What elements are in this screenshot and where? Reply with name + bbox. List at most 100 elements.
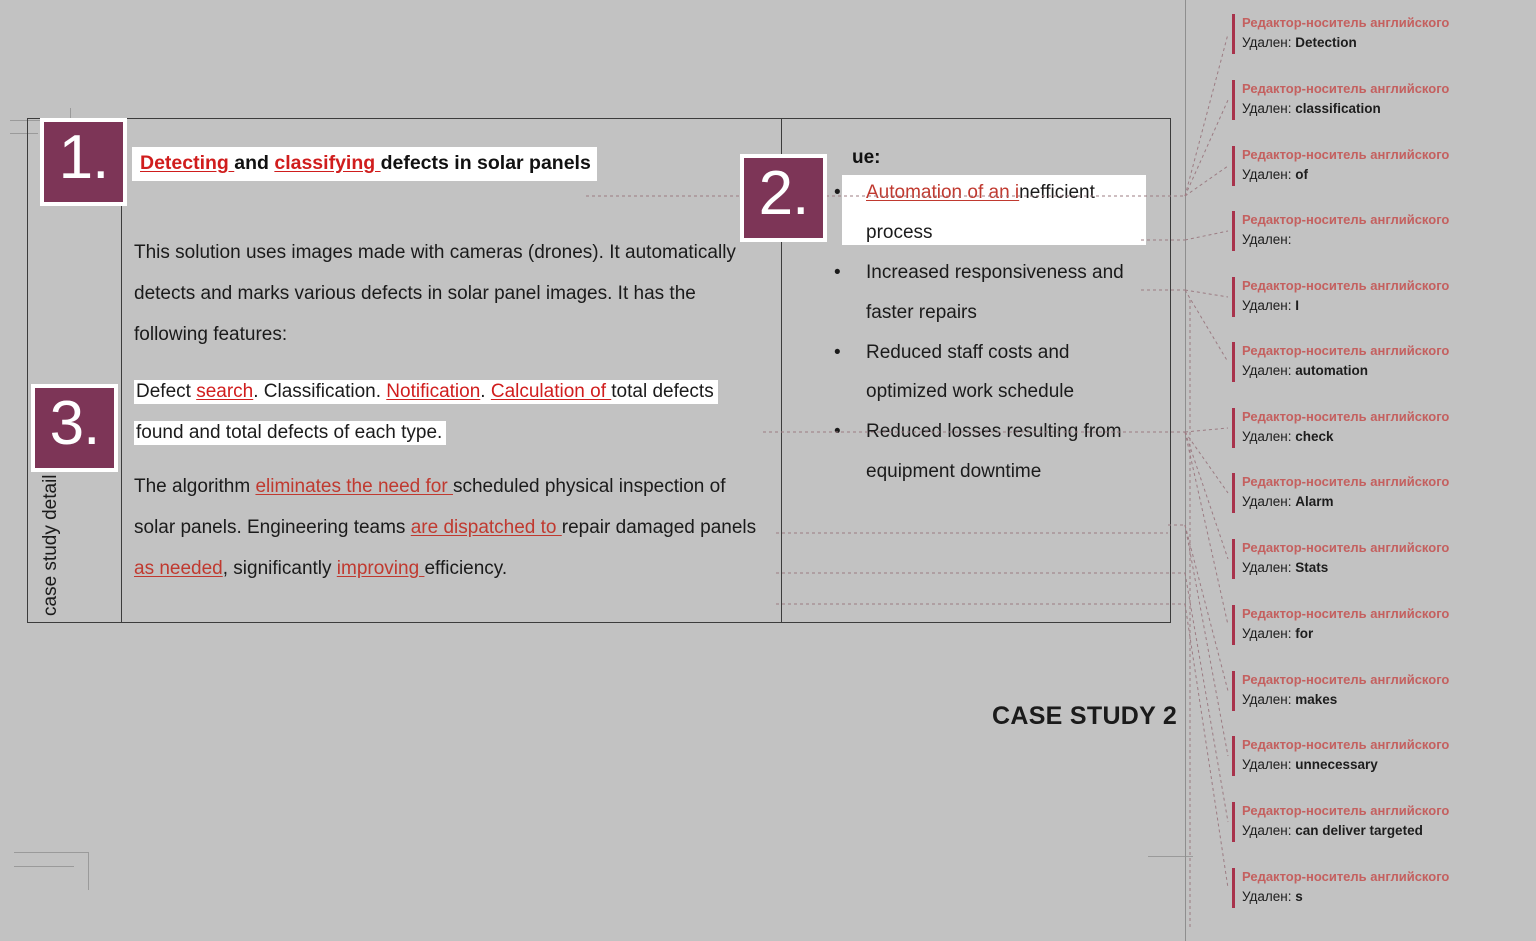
revision-body: Удален: check <box>1242 427 1532 447</box>
revision-bar-icon <box>1232 671 1235 711</box>
features-insertion-search: search <box>196 380 254 402</box>
algo-insertion-eliminates: eliminates the need for <box>255 476 453 498</box>
title-insertion-classifying: classifying <box>274 152 381 174</box>
features-paragraph: Defect search. Classification. Notificat… <box>134 372 763 454</box>
solution-title: Detecting and classifying defects in sol… <box>132 147 597 182</box>
revision-bar-icon <box>1232 605 1235 645</box>
revision-bar-icon <box>1232 342 1235 382</box>
value-heading: ue: <box>852 147 881 168</box>
algo-static-3: repair damaged panels <box>561 517 757 539</box>
revision-action: Удален: <box>1242 493 1292 509</box>
case-study-footer-label: CASE STUDY 2 <box>992 702 1178 730</box>
revision-text: Stats <box>1295 559 1329 575</box>
revision-author: Редактор-носитель английского <box>1242 803 1450 818</box>
annotation-badge-1[interactable]: 1. <box>40 118 127 206</box>
document-page: case study detail Detecting and classify… <box>0 0 1210 941</box>
revision-text: for <box>1295 625 1314 641</box>
algo-insertion-improving: improving <box>336 558 425 580</box>
revision-text: can deliver targeted <box>1295 822 1423 838</box>
revision-balloon[interactable]: Редактор-носитель английского Удален: <box>1232 211 1532 251</box>
title-static-and: and <box>234 152 275 174</box>
solution-title-text: Detecting and classifying defects in sol… <box>140 152 591 174</box>
revision-author: Редактор-носитель английского <box>1242 869 1450 884</box>
revision-bar-icon <box>1232 211 1235 251</box>
revision-author: Редактор-носитель английского <box>1242 147 1450 162</box>
revision-bar-icon <box>1232 473 1235 513</box>
revision-balloon[interactable]: Редактор-носитель английского Удален: au… <box>1232 342 1532 382</box>
annotation-badge-1-label: 1. <box>58 123 110 192</box>
revision-bar-icon <box>1232 408 1235 448</box>
revision-bar-icon <box>1232 736 1235 776</box>
revision-action: Удален: <box>1242 756 1292 772</box>
revision-author: Редактор-носитель английского <box>1242 737 1450 752</box>
revision-text: of <box>1295 166 1309 182</box>
revision-body: Удален: Alarm <box>1242 492 1532 512</box>
features-highlight: Defect search. Classification. Notificat… <box>134 379 718 445</box>
crop-mark-bottom-left-h <box>14 852 88 853</box>
list-item: Reduced staff costs and optimized work s… <box>830 333 1156 413</box>
algo-static-4: , significantly <box>222 558 337 580</box>
screenshot-root: case study detail Detecting and classify… <box>0 0 1536 941</box>
crop-mark-bottom-left-h2 <box>14 866 74 867</box>
revision-balloon[interactable]: Редактор-носитель английского Удален: Al… <box>1232 473 1532 513</box>
annotation-badge-3[interactable]: 3. <box>31 384 118 472</box>
features-static-defect: Defect <box>136 380 197 402</box>
revision-text: classification <box>1295 100 1381 116</box>
crop-mark-bottom-left-v <box>88 852 89 890</box>
annotation-badge-2[interactable]: 2. <box>740 154 827 242</box>
table-value-cell: ue: Automation of an inefficient process… <box>782 119 1170 622</box>
algorithm-paragraph: The algorithm eliminates the need for sc… <box>134 467 763 590</box>
revision-balloon[interactable]: Редактор-носитель английского Удален: ma… <box>1232 671 1532 711</box>
revision-balloon[interactable]: Редактор-носитель английского Удален: un… <box>1232 736 1532 776</box>
revision-balloon[interactable]: Редактор-носитель английского Удален: s <box>1232 868 1532 908</box>
revision-action: Удален: <box>1242 691 1292 707</box>
revision-body: Удален: s <box>1242 887 1532 907</box>
revision-body: Удален: of <box>1242 165 1532 185</box>
revision-action: Удален: <box>1242 428 1292 444</box>
features-insertion-notification: Notification <box>386 380 481 402</box>
bullet-text: Reduced staff costs and optimized work s… <box>866 341 1075 403</box>
title-insertion-detecting: Detecting <box>140 152 235 174</box>
revision-text: makes <box>1295 691 1338 707</box>
revision-text: unnecessary <box>1295 756 1378 772</box>
features-insertion-calculation: Calculation of <box>490 380 612 402</box>
revision-action: Удален: <box>1242 362 1292 378</box>
revision-balloon[interactable]: Редактор-носитель английского Удален: ch… <box>1232 408 1532 448</box>
solution-description-paragraph: This solution uses images made with came… <box>134 242 736 345</box>
revision-action: Удален: <box>1242 166 1292 182</box>
revision-action: Удален: <box>1242 625 1292 641</box>
revision-action: Удален: <box>1242 559 1292 575</box>
bullet-insertion-automation: Automation of an i <box>866 182 1020 203</box>
case-study-table: case study detail Detecting and classify… <box>27 118 1171 623</box>
table-main-content-cell: Detecting and classifying defects in sol… <box>122 119 782 622</box>
revision-balloon-pane: Редактор-носитель английского Удален: De… <box>1210 0 1536 941</box>
revision-balloon[interactable]: Редактор-носитель английского Удален: cl… <box>1232 80 1532 120</box>
revision-bar-icon <box>1232 868 1235 908</box>
revision-balloon[interactable]: Редактор-носитель английского Удален: St… <box>1232 539 1532 579</box>
revision-body: Удален: makes <box>1242 690 1532 710</box>
revision-action: Удален: <box>1242 100 1292 116</box>
revision-balloon[interactable]: Редактор-носитель английского Удален: of <box>1232 146 1532 186</box>
revision-balloon[interactable]: Редактор-носитель английского Удален: ca… <box>1232 802 1532 842</box>
crop-mark-bottom-right-h <box>1148 856 1193 857</box>
revision-body: Удален: <box>1242 230 1532 250</box>
revision-author: Редактор-носитель английского <box>1242 672 1450 687</box>
revision-bar-icon <box>1232 802 1235 842</box>
revision-body: Удален: unnecessary <box>1242 755 1532 775</box>
annotation-badge-3-label: 3. <box>49 389 101 458</box>
revision-author: Редактор-носитель английского <box>1242 606 1450 621</box>
revision-action: Удален: <box>1242 822 1292 838</box>
revision-balloon[interactable]: Редактор-носитель английского Удален: I <box>1232 277 1532 317</box>
case-study-detail-label: case study detail <box>40 474 61 616</box>
revision-body: Удален: I <box>1242 296 1532 316</box>
features-static-dot: . <box>480 380 491 402</box>
features-static-classification: . Classification. <box>253 380 387 402</box>
revision-body: Удален: can deliver targeted <box>1242 821 1532 841</box>
list-item: Increased responsiveness and faster repa… <box>830 253 1156 333</box>
revision-author: Редактор-носитель английского <box>1242 343 1450 358</box>
revision-balloon[interactable]: Редактор-носитель английского Удален: fo… <box>1232 605 1532 645</box>
bullet-text: Increased responsiveness and faster repa… <box>866 261 1124 323</box>
annotation-badge-2-label: 2. <box>758 159 810 228</box>
revision-balloon[interactable]: Редактор-носитель английского Удален: De… <box>1232 14 1532 54</box>
